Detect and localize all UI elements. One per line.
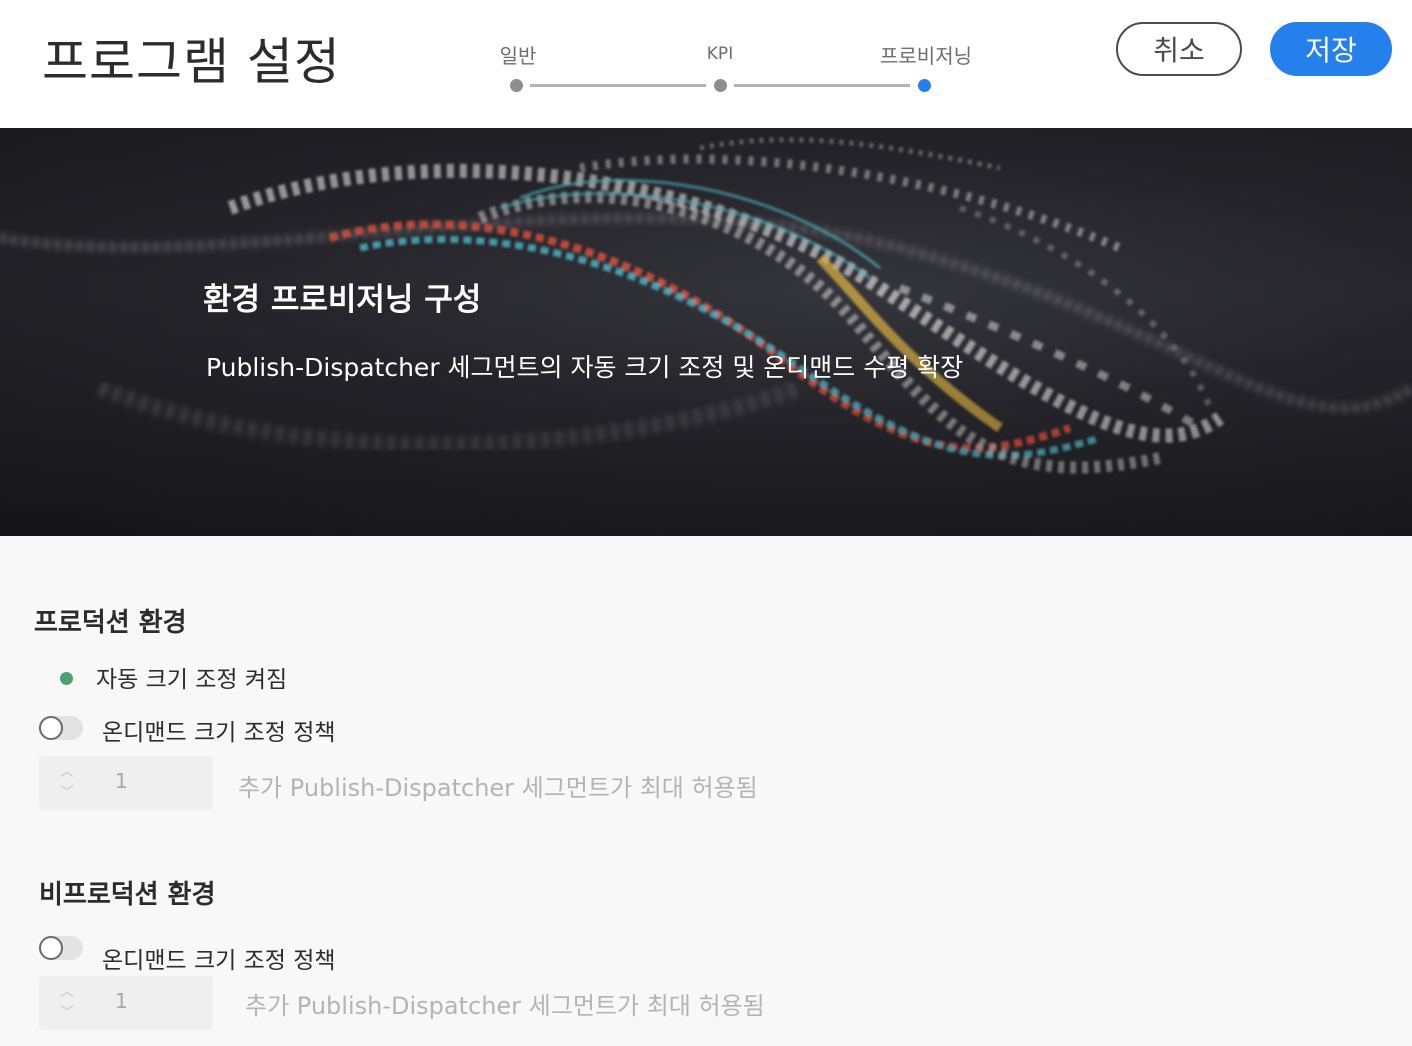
- non-production-on-demand-toggle[interactable]: [39, 936, 83, 960]
- chevron-up-icon[interactable]: ︿: [57, 765, 77, 779]
- hero-subtitle: Publish-Dispatcher 세그먼트의 자동 크기 조정 및 온디맨드…: [206, 353, 964, 382]
- step-label-general[interactable]: 일반: [500, 40, 537, 69]
- chevron-down-icon[interactable]: ﹀: [57, 786, 77, 800]
- autoscale-status-label: 자동 크기 조정 켜짐: [96, 667, 288, 693]
- hero-overlay: [0, 128, 1412, 536]
- production-section-title: 프로덕션 환경: [34, 608, 187, 638]
- step-label-provisioning[interactable]: 프로비저닝: [880, 40, 972, 69]
- step-dot-provisioning[interactable]: [918, 79, 931, 92]
- cancel-button[interactable]: 취소: [1116, 22, 1242, 76]
- non-production-segments-stepper[interactable]: ︿ ﹀ 1: [39, 976, 213, 1030]
- page-title: 프로그램 설정: [42, 33, 341, 91]
- toggle-knob: [39, 936, 63, 960]
- step-dot-kpi[interactable]: [714, 79, 727, 92]
- hero-title: 환경 프로비저닝 구성: [203, 282, 482, 318]
- chevron-down-icon[interactable]: ﹀: [57, 1006, 77, 1020]
- toggle-knob: [39, 716, 63, 740]
- chevron-up-icon[interactable]: ︿: [57, 985, 77, 999]
- production-segments-help: 추가 Publish-Dispatcher 세그먼트가 최대 허용됨: [238, 774, 758, 802]
- hero-banner: 환경 프로비저닝 구성 Publish-Dispatcher 세그먼트의 자동 …: [0, 128, 1412, 536]
- non-production-segments-help: 추가 Publish-Dispatcher 세그먼트가 최대 허용됨: [245, 992, 765, 1020]
- production-on-demand-label: 온디맨드 크기 조정 정책: [102, 720, 336, 746]
- save-button[interactable]: 저장: [1270, 22, 1392, 76]
- autoscale-status-dot: [60, 672, 73, 685]
- header-bar: 프로그램 설정 일반 KPI 프로비저닝 취소 저장: [0, 0, 1412, 128]
- step-connector: [734, 84, 910, 87]
- production-segments-value[interactable]: 1: [115, 769, 128, 793]
- non-production-segments-value[interactable]: 1: [115, 989, 128, 1013]
- non-production-section-title: 비프로덕션 환경: [39, 880, 216, 910]
- step-dot-general[interactable]: [510, 79, 523, 92]
- step-label-kpi[interactable]: KPI: [707, 44, 733, 64]
- production-segments-stepper[interactable]: ︿ ﹀ 1: [39, 756, 213, 810]
- production-on-demand-toggle[interactable]: [39, 716, 83, 740]
- non-production-on-demand-label: 온디맨드 크기 조정 정책: [102, 948, 336, 974]
- step-connector: [530, 84, 706, 87]
